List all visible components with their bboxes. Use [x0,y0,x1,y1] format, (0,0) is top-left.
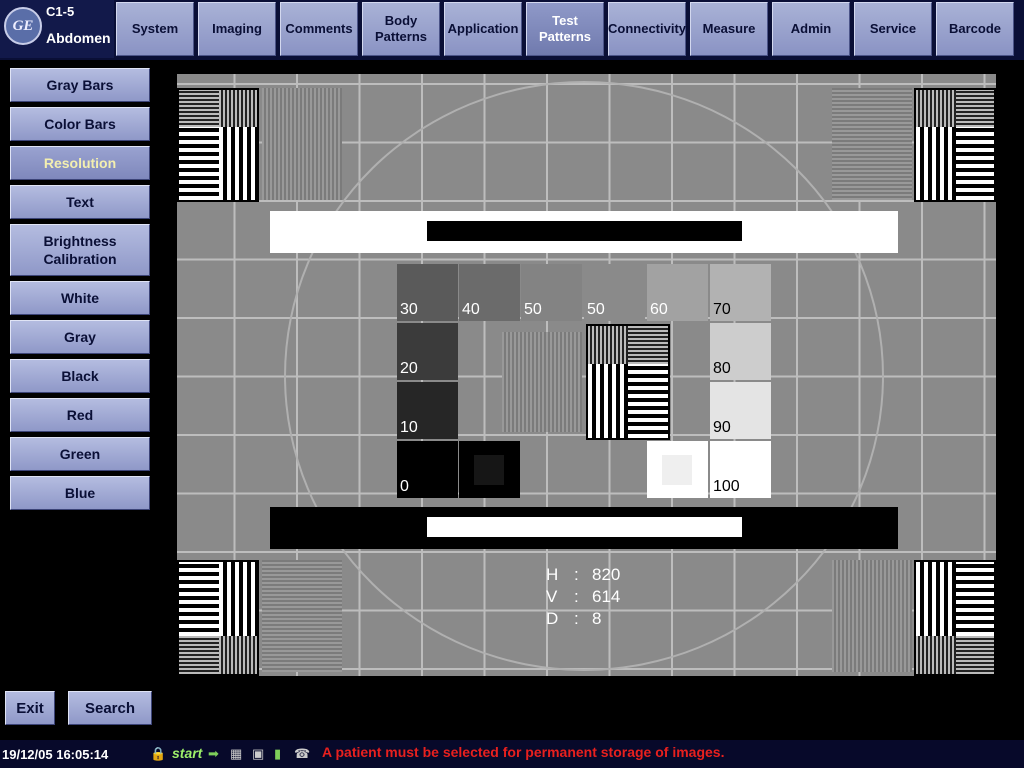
menu-system-button[interactable]: System [116,2,194,56]
gray-step-60: 60 [647,264,708,321]
network-disconnected-icon: ▦ [230,746,243,761]
menu-measure-button[interactable]: Measure [690,2,768,56]
gray-step-0: 0 [397,441,458,498]
brightness-calibration-button[interactable]: Brightness Calibration [10,224,150,276]
gray-step-50a: 50 [521,264,582,321]
faint-line-patch [262,88,342,200]
date-time: 19/12/05 16:05:14 [2,747,109,762]
gray-step-70: 70 [710,264,771,321]
gray-button[interactable]: Gray [10,320,150,354]
gray-bars-button[interactable]: Gray Bars [10,68,150,102]
start-label: start [172,745,203,761]
faint-line-patch [262,560,342,672]
near-white-patch [647,441,708,498]
corner-line-pairs-top-right [914,88,996,202]
network-offline-icon: ▣ [252,746,265,761]
gray-step-80: 80 [710,323,771,380]
center-line-pairs [586,324,670,440]
red-button[interactable]: Red [10,398,150,432]
menu-body-patterns-button[interactable]: Body Patterns [362,2,440,56]
menu-test-patterns-button[interactable]: Test Patterns [526,2,604,56]
color-bars-button[interactable]: Color Bars [10,107,150,141]
probe-preset: Abdomen [46,30,111,46]
faint-line-patch [832,88,912,200]
phone-icon: ☎ [294,746,311,761]
gray-step-40: 40 [459,264,520,321]
blue-button[interactable]: Blue [10,476,150,510]
black-inner-bar [427,221,742,241]
black-contrast-bar [270,507,898,549]
gray-step-20: 20 [397,323,458,380]
info-row-d: D:8 [546,609,602,628]
top-menu-bar: GE C1-5 Abdomen System Imaging Comments … [0,0,1024,60]
gray-step-30: 30 [397,264,458,321]
menu-connectivity-button[interactable]: Connectivity [608,2,686,56]
menu-comments-button[interactable]: Comments [280,2,358,56]
status-message: A patient must be selected for permanent… [322,744,725,760]
green-button[interactable]: Green [10,437,150,471]
resolution-info: H:820 V:614 D:8 [546,564,620,630]
black-button[interactable]: Black [10,359,150,393]
probe-name: C1-5 [46,4,75,19]
menu-admin-button[interactable]: Admin [772,2,850,56]
exit-button[interactable]: Exit [5,691,55,725]
corner-line-pairs-bottom-right [914,560,996,676]
near-black-patch [459,441,520,498]
search-button[interactable]: Search [68,691,152,725]
menu-application-button[interactable]: Application [444,2,522,56]
white-button[interactable]: White [10,281,150,315]
white-inner-bar [427,517,742,537]
gray-step-100: 100 [710,441,771,498]
info-row-v: V:614 [546,587,621,606]
white-contrast-bar [270,211,898,253]
menu-barcode-button[interactable]: Barcode [936,2,1014,56]
status-bar: 19/12/05 16:05:14 🔒 start ➡ ▦ ▣ ▮ ☎ A pa… [0,740,1024,768]
center-faint-line-patch [502,332,582,432]
resolution-button[interactable]: Resolution [10,146,150,180]
corner-line-pairs-top-left [177,88,259,202]
lock-icon: 🔒 [150,746,167,761]
gray-step-10: 10 [397,382,458,439]
battery-icon: ▮ [274,746,282,761]
probe-indicator[interactable]: GE C1-5 Abdomen [0,0,114,58]
resolution-test-pattern: 30 40 50 50 60 70 20 10 0 80 90 100 H:82… [177,74,996,676]
menu-imaging-button[interactable]: Imaging [198,2,276,56]
transfer-icon: ➡ [208,746,219,761]
info-row-h: H:820 [546,565,621,584]
faint-line-patch [832,560,912,672]
text-button[interactable]: Text [10,185,150,219]
gray-step-90: 90 [710,382,771,439]
gray-step-50b: 50 [584,264,645,321]
menu-service-button[interactable]: Service [854,2,932,56]
ge-logo: GE [4,7,42,45]
corner-line-pairs-bottom-left [177,560,259,676]
